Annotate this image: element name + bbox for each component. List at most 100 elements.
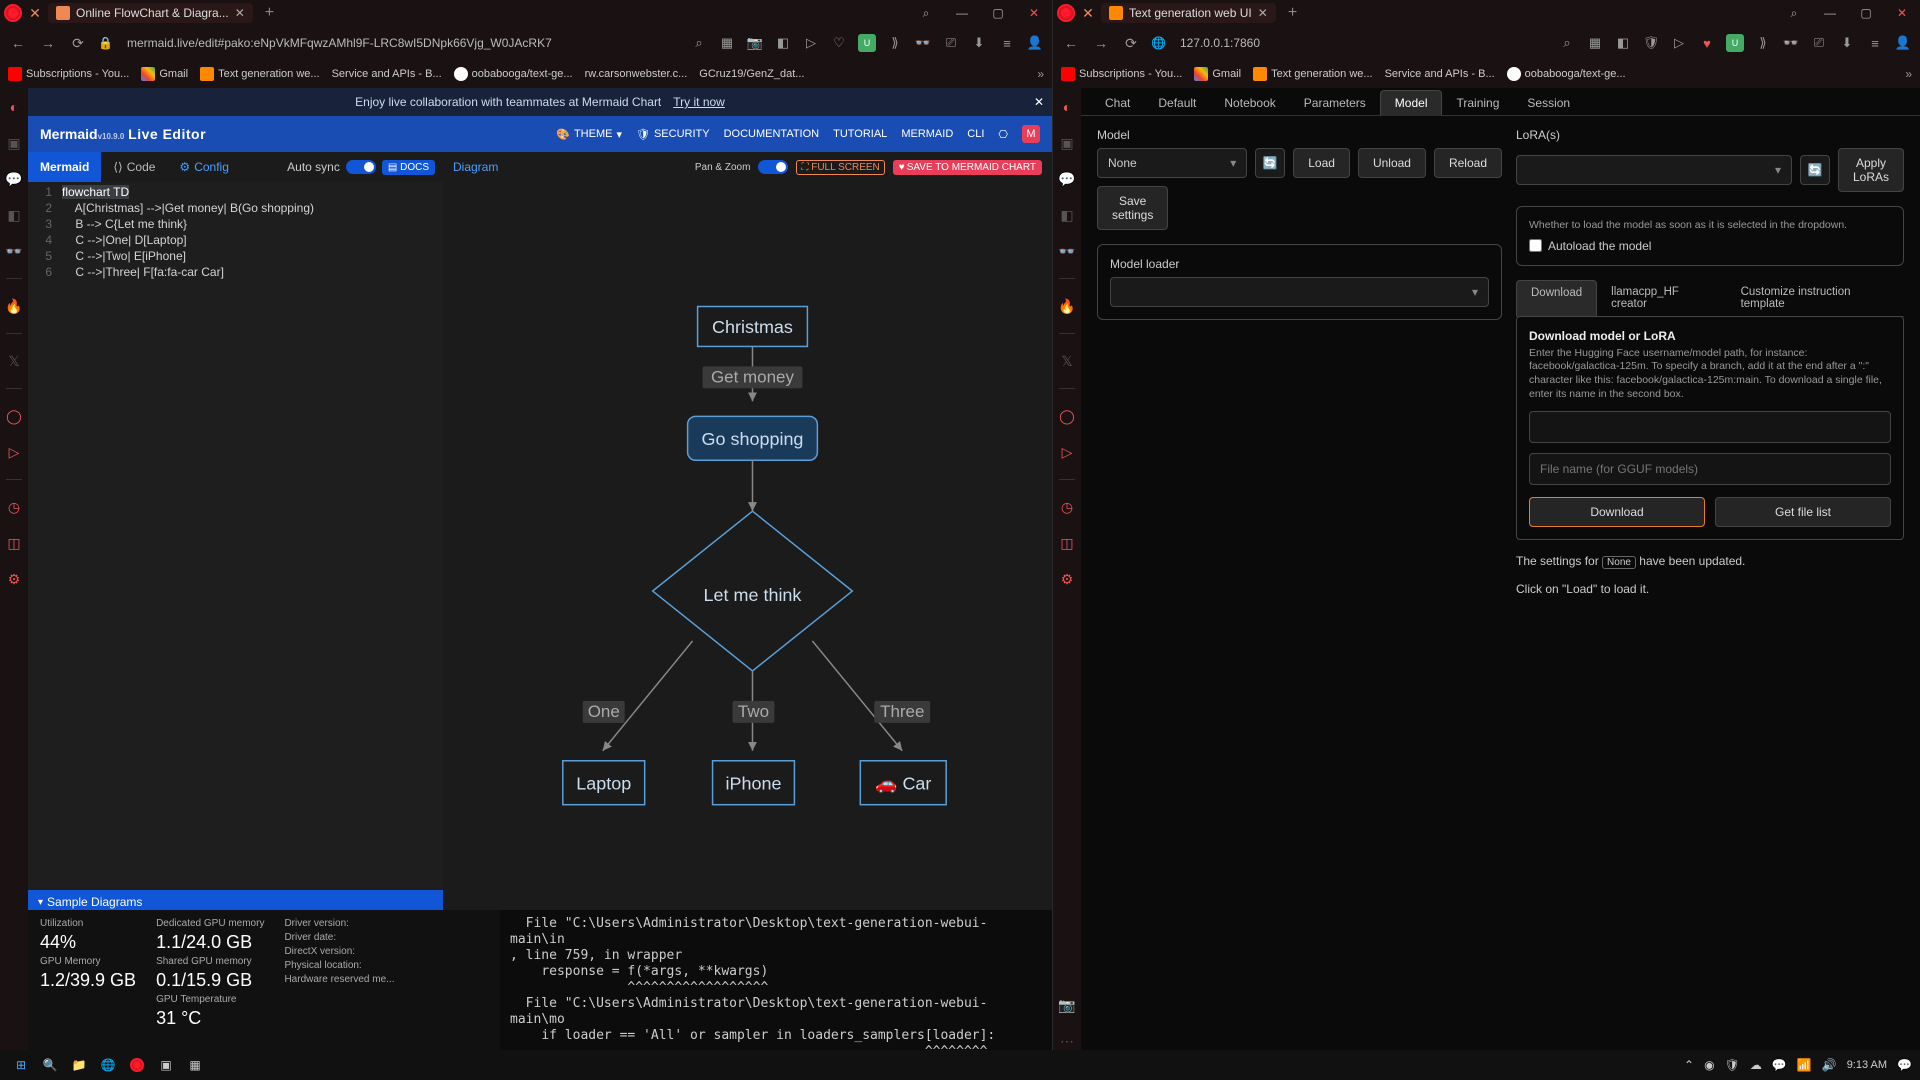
load-button[interactable]: Load: [1293, 148, 1350, 178]
maximize-button[interactable]: ▢: [984, 3, 1012, 23]
sb-gear-icon[interactable]: ⚙: [5, 570, 23, 588]
reload-model-button[interactable]: Reload: [1434, 148, 1502, 178]
tab-chat[interactable]: Chat: [1091, 91, 1144, 115]
sb-circle-icon[interactable]: ◯: [1058, 407, 1076, 425]
sb-glasses-icon[interactable]: 👓: [1058, 242, 1076, 260]
terminal-output[interactable]: File "C:\Users\Administrator\Desktop\tex…: [500, 910, 1052, 1050]
cast-icon[interactable]: ⟫: [1754, 34, 1772, 52]
model-refresh-icon[interactable]: 🔄: [1255, 148, 1285, 178]
tab-session[interactable]: Session: [1513, 91, 1584, 115]
tab-training[interactable]: Training: [1442, 91, 1513, 115]
extension-icon[interactable]: ⎚: [1810, 34, 1828, 52]
file-name-input[interactable]: [1529, 453, 1891, 485]
close-prev-icon[interactable]: ✕: [1081, 6, 1095, 20]
mermaid-logo[interactable]: Mermaidv10.9.0 Live Editor: [40, 126, 206, 142]
sb-more-icon[interactable]: ⋯: [1058, 1032, 1076, 1050]
cube-icon[interactable]: ◧: [1614, 34, 1632, 52]
apply-loras-button[interactable]: Apply LoRAs: [1838, 148, 1904, 192]
sb-clock-icon[interactable]: ◷: [1058, 498, 1076, 516]
tb-chevron-icon[interactable]: ⌃: [1684, 1058, 1694, 1072]
promo-close-icon[interactable]: ✕: [1034, 95, 1044, 109]
autosync-toggle[interactable]: [346, 160, 376, 174]
download-button[interactable]: Download: [1529, 497, 1705, 527]
tb-cloud-icon[interactable]: ☁: [1750, 1058, 1762, 1072]
sb-play-icon[interactable]: ▷: [1058, 443, 1076, 461]
docs-button[interactable]: ▤ DOCS: [382, 160, 435, 175]
tab-parameters[interactable]: Parameters: [1290, 91, 1380, 115]
tb-opera-icon[interactable]: [124, 1054, 150, 1076]
theme-menu[interactable]: 🎨 THEME ▾: [556, 128, 622, 141]
documentation-link[interactable]: DOCUMENTATION: [724, 128, 820, 140]
sb-ai-icon[interactable]: ◐: [1058, 98, 1076, 116]
sb-cube-icon[interactable]: ◧: [1058, 206, 1076, 224]
save-settings-button[interactable]: Save settings: [1097, 186, 1168, 230]
bookmark-gmail[interactable]: Gmail: [1194, 67, 1241, 81]
sb-chat-icon[interactable]: 💬: [5, 170, 23, 188]
shield-icon[interactable]: U: [858, 34, 876, 52]
sb-ai-icon[interactable]: ◐: [5, 98, 23, 116]
subtab-llamacpp[interactable]: llamacpp_HF creator: [1597, 280, 1726, 316]
fullscreen-button[interactable]: ⛶ FULL SCREEN: [796, 160, 884, 175]
sb-cube-icon[interactable]: ◧: [5, 206, 23, 224]
tutorial-link[interactable]: TUTORIAL: [833, 128, 887, 140]
minimize-button[interactable]: —: [1816, 3, 1844, 23]
tb-start-icon[interactable]: ⊞: [8, 1054, 34, 1076]
reload-button[interactable]: ⟳: [1121, 33, 1141, 53]
bookmark-textgen[interactable]: Text generation we...: [200, 67, 320, 81]
tb-shield-tray-icon[interactable]: 🛡: [1725, 1058, 1740, 1072]
autoload-checkbox-input[interactable]: [1529, 239, 1542, 252]
security-link[interactable]: 🛡 SECURITY: [636, 128, 710, 141]
bookmarks-more-icon[interactable]: »: [1905, 67, 1912, 81]
new-tab-button[interactable]: +: [259, 4, 280, 22]
bookmark-textgen[interactable]: Text generation we...: [1253, 67, 1373, 81]
play-icon[interactable]: ▷: [802, 34, 820, 52]
get-file-list-button[interactable]: Get file list: [1715, 497, 1891, 527]
sb-bag-icon[interactable]: ▣: [1058, 134, 1076, 152]
model-select[interactable]: None: [1097, 148, 1247, 178]
shield-icon[interactable]: U: [1726, 34, 1744, 52]
qr-icon[interactable]: ▦: [718, 34, 736, 52]
tab-model[interactable]: Model: [1380, 90, 1443, 116]
camera-icon[interactable]: 📷: [746, 34, 764, 52]
code-content[interactable]: flowchart TD A[Christmas] -->|Get money|…: [58, 182, 443, 890]
sb-box-icon[interactable]: ◫: [1058, 534, 1076, 552]
menu-icon[interactable]: ≡: [1866, 34, 1884, 52]
bookmark-carson[interactable]: rw.carsonwebster.c...: [585, 68, 688, 80]
tb-wifi-icon[interactable]: 📶: [1797, 1058, 1812, 1072]
heart-icon[interactable]: ♥: [1698, 34, 1716, 52]
cast-icon[interactable]: ⟫: [886, 34, 904, 52]
glasses-icon[interactable]: 👓: [1782, 34, 1800, 52]
address-bar[interactable]: 127.0.0.1:7860: [1176, 36, 1548, 50]
lock-icon[interactable]: 🔒: [98, 36, 113, 50]
bookmark-service[interactable]: Service and APIs - B...: [332, 68, 442, 80]
address-bar[interactable]: mermaid.live/edit#pako:eNpVkMFqwzAMhl9F-…: [123, 36, 680, 50]
sb-chat-icon[interactable]: 💬: [1058, 170, 1076, 188]
back-button[interactable]: ←: [8, 33, 28, 53]
sb-circle-icon[interactable]: ◯: [5, 407, 23, 425]
tab-config[interactable]: ⚙ Config: [167, 152, 240, 182]
reload-button[interactable]: ⟳: [68, 33, 88, 53]
lora-select[interactable]: [1516, 155, 1792, 185]
opera-icon[interactable]: [4, 4, 22, 22]
model-path-input[interactable]: [1529, 411, 1891, 443]
tab-mermaid[interactable]: Mermaid: [28, 152, 101, 182]
browser-tab[interactable]: Online FlowChart & Diagra... ✕: [48, 3, 253, 23]
close-window-button[interactable]: ✕: [1020, 3, 1048, 23]
model-loader-select[interactable]: [1110, 277, 1489, 307]
sb-flame-icon[interactable]: 🔥: [5, 297, 23, 315]
profile-icon[interactable]: 👤: [1026, 34, 1044, 52]
bookmarks-more-icon[interactable]: »: [1037, 67, 1044, 81]
profile-icon[interactable]: 👤: [1894, 34, 1912, 52]
sb-bag-icon[interactable]: ▣: [5, 134, 23, 152]
shield-badge-icon[interactable]: 🛡: [1642, 34, 1660, 52]
tb-notifications-icon[interactable]: 💬: [1897, 1058, 1912, 1072]
extension-icon[interactable]: ⎚: [942, 34, 960, 52]
menu-icon[interactable]: ≡: [998, 34, 1016, 52]
sb-flame-icon[interactable]: 🔥: [1058, 297, 1076, 315]
browser-tab[interactable]: Text generation web UI ✕: [1101, 3, 1276, 23]
forward-button[interactable]: →: [38, 33, 58, 53]
sb-x-icon[interactable]: 𝕏: [1058, 352, 1076, 370]
tb-time[interactable]: 9:13 AM: [1847, 1059, 1887, 1071]
tb-edge-icon[interactable]: 🌐: [95, 1054, 121, 1076]
glasses-icon[interactable]: 👓: [914, 34, 932, 52]
